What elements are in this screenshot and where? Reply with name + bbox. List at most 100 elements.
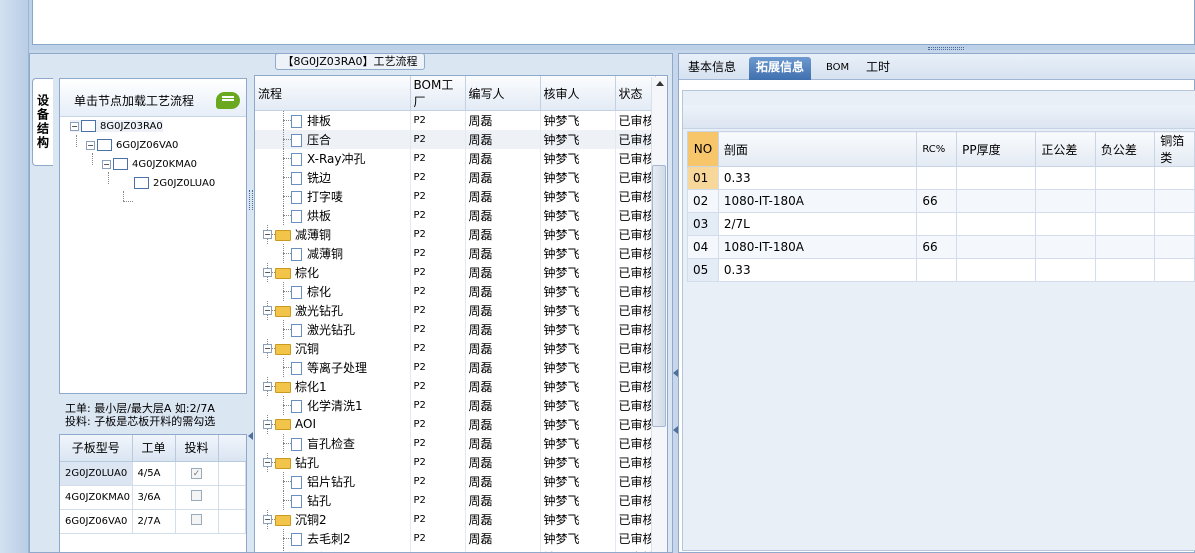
process-cell[interactable]: 铝片钻孔 — [255, 471, 411, 491]
collapse-icon[interactable]: − — [263, 457, 272, 467]
cell-factory[interactable]: P2 — [410, 376, 466, 396]
collapse-icon[interactable]: − — [263, 419, 272, 429]
cell-pp[interactable] — [956, 235, 1037, 259]
table-row[interactable]: 减薄铜 P2 周磊 钟梦飞 已审核 — [255, 243, 656, 263]
cell-plus[interactable] — [1035, 166, 1096, 190]
process-cell[interactable]: − 棕化1 — [255, 376, 411, 396]
tree-node[interactable]: 2G0JZ0LUA0 — [134, 177, 215, 189]
cell-factory[interactable]: P2 — [410, 357, 466, 377]
process-cell[interactable]: 打字唛 — [255, 186, 411, 206]
cell-status[interactable]: 已审核 — [615, 547, 656, 552]
col-header[interactable]: 编写人 — [465, 76, 541, 111]
cell-writer[interactable]: 周磊 — [465, 433, 541, 453]
process-cell[interactable]: 激光钻孔 — [255, 319, 411, 339]
cell-factory[interactable]: P2 — [410, 338, 466, 358]
tree-node[interactable]: − 6G0JZ06VA0 — [86, 139, 178, 151]
splitter-grip[interactable] — [928, 47, 964, 50]
process-cell[interactable]: 排板 — [255, 110, 411, 130]
col-header[interactable]: 剖面 — [717, 131, 918, 167]
table-row[interactable]: 去毛刺2 P2 周磊 钟梦飞 已审核 — [255, 528, 656, 548]
process-cell[interactable]: 盲孔检查 — [255, 433, 411, 453]
table-row[interactable]: 排板 P2 周磊 钟梦飞 已审核 — [255, 110, 656, 130]
cell-writer[interactable]: 周磊 — [465, 205, 541, 225]
cell-reviewer[interactable]: 钟梦飞 — [540, 357, 616, 377]
table-row[interactable]: 05 0.33 — [687, 258, 1195, 282]
cell-reviewer[interactable]: 钟梦飞 — [540, 224, 616, 244]
cell-factory[interactable]: P2 — [410, 186, 466, 206]
scroll-thumb[interactable] — [652, 165, 666, 427]
process-cell[interactable]: X-Ray冲孔 — [255, 148, 411, 168]
feed-checkbox[interactable]: ✓ — [191, 467, 202, 479]
table-row[interactable]: 2G0JZ0LUA0 4/5A ✓ — [60, 461, 246, 486]
collapse-icon[interactable]: − — [263, 514, 272, 524]
cell-writer[interactable]: 周磊 — [465, 224, 541, 244]
cell-reviewer[interactable]: 钟梦飞 — [540, 376, 616, 396]
process-cell[interactable]: 钻孔 — [255, 490, 411, 510]
cell-reviewer[interactable]: 钟梦飞 — [540, 433, 616, 453]
tab-basic-info[interactable]: 基本信息 — [681, 57, 743, 80]
cell-writer[interactable]: 周磊 — [465, 186, 541, 206]
tree-node[interactable]: − 8G0JZ03RA0 — [70, 120, 163, 132]
cell-status[interactable]: 已审核 — [615, 243, 656, 263]
cell-reviewer[interactable]: 钟梦飞 — [540, 148, 616, 168]
collapse-icon[interactable]: − — [86, 140, 95, 150]
cell-reviewer[interactable]: 钟梦飞 — [540, 338, 616, 358]
cell-status[interactable]: 已审核 — [615, 281, 656, 301]
cell-status[interactable]: 已审核 — [615, 452, 656, 472]
cell-model[interactable]: 2G0JZ0LUA0 — [60, 461, 133, 486]
cell-foil[interactable] — [1154, 235, 1195, 259]
table-row[interactable]: 01 0.33 — [687, 166, 1195, 190]
table-row[interactable]: 4G0JZ0KMA0 3/6A — [60, 485, 246, 510]
process-cell[interactable]: − 激光钻孔 — [255, 300, 411, 320]
table-row[interactable]: − 沉铜2 P2 周磊 钟梦飞 已审核 — [255, 509, 656, 529]
cell-minus[interactable] — [1094, 212, 1156, 236]
cell-status[interactable]: 已审核 — [615, 319, 656, 339]
cell-factory[interactable]: P2 — [410, 528, 466, 548]
cell-rc[interactable] — [916, 258, 958, 282]
cell-status[interactable]: 已审核 — [615, 357, 656, 377]
collapse-icon[interactable]: − — [102, 159, 111, 169]
cell-minus[interactable] — [1094, 166, 1156, 190]
cell-factory[interactable]: P2 — [410, 300, 466, 320]
cell-writer[interactable]: 周磊 — [465, 471, 541, 491]
cell-rc[interactable]: 66 — [916, 189, 958, 213]
cell-minus[interactable] — [1094, 189, 1156, 213]
cell-reviewer[interactable]: 钟梦飞 — [540, 129, 616, 149]
tab-work-hours[interactable]: 工时 — [859, 57, 897, 80]
collapse-icon[interactable]: − — [263, 229, 272, 239]
table-row[interactable]: − AOI P2 周磊 钟梦飞 已审核 — [255, 414, 656, 434]
cell-model[interactable]: 6G0JZ06VA0 — [60, 509, 133, 534]
cell-foil[interactable] — [1154, 258, 1195, 282]
cell-reviewer[interactable]: 钟梦飞 — [540, 414, 616, 434]
cell-status[interactable]: 已审核 — [615, 186, 656, 206]
cell-status[interactable]: 已审核 — [615, 300, 656, 320]
chat-bubble-icon[interactable] — [216, 92, 240, 109]
cell-writer[interactable]: 周磊 — [465, 243, 541, 263]
col-header[interactable]: BOM工厂 — [410, 76, 466, 111]
cell-section[interactable]: 1080-IT-180A — [717, 189, 918, 213]
cell-factory[interactable]: P2 — [410, 414, 466, 434]
table-row[interactable]: 等离子处理 P2 周磊 钟梦飞 已审核 — [255, 357, 656, 377]
table-row[interactable]: 铣边 P2 周磊 钟梦飞 已审核 — [255, 167, 656, 187]
cell-factory[interactable]: P2 — [410, 395, 466, 415]
col-header[interactable]: 流程 — [255, 76, 411, 111]
cell-factory[interactable]: P2 — [410, 224, 466, 244]
cell-model[interactable]: 4G0JZ0KMA0 — [60, 485, 133, 510]
cell-writer[interactable]: 周磊 — [465, 547, 541, 552]
cell-no[interactable]: 04 — [687, 235, 719, 259]
cell-rc[interactable] — [916, 166, 958, 190]
table-row[interactable]: 打字唛 P2 周磊 钟梦飞 已审核 — [255, 186, 656, 206]
cell-order[interactable]: 3/6A — [132, 485, 176, 510]
cell-reviewer[interactable]: 钟梦飞 — [540, 243, 616, 263]
cell-writer[interactable]: 周磊 — [465, 338, 541, 358]
cell-no[interactable]: 03 — [687, 212, 719, 236]
cell-writer[interactable]: 周磊 — [465, 300, 541, 320]
cell-no[interactable]: 05 — [687, 258, 719, 282]
cell-reviewer[interactable]: 钟梦飞 — [540, 528, 616, 548]
cell-factory[interactable]: P2 — [410, 129, 466, 149]
cell-reviewer[interactable]: 钟梦飞 — [540, 509, 616, 529]
collapse-icon[interactable]: − — [263, 267, 272, 277]
table-row[interactable]: − 沉铜 P2 周磊 钟梦飞 已审核 — [255, 338, 656, 358]
process-cell[interactable]: 铣边 — [255, 167, 411, 187]
splitter-grip[interactable] — [249, 190, 253, 210]
